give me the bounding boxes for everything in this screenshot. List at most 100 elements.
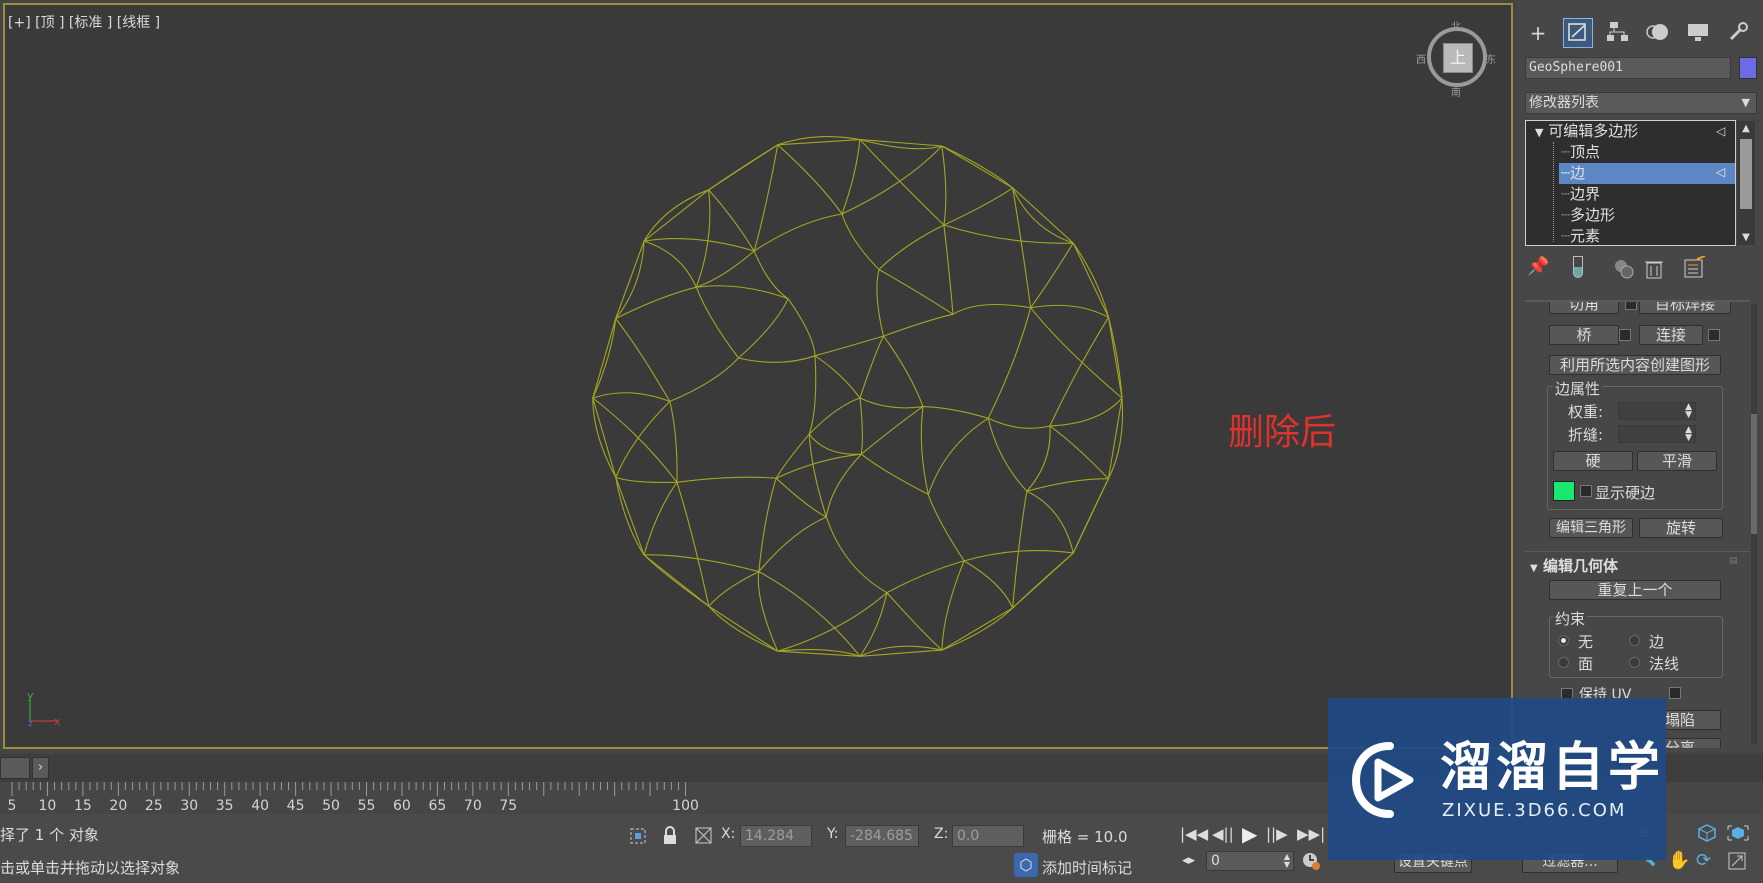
mesh-edge — [825, 453, 862, 518]
modifier-list-label: 修改器列表 — [1529, 95, 1599, 111]
stack-item-vertex[interactable]: ┄顶点 — [1561, 142, 1600, 163]
spinner-arrows-icon[interactable]: ▲ ▼ — [1284, 853, 1290, 869]
crease-spinner[interactable]: ▲ ▼ — [1618, 425, 1696, 443]
mesh-edge — [943, 224, 954, 315]
create-icon[interactable]: + — [1523, 18, 1553, 48]
mesh-edge — [814, 335, 884, 357]
key-mode-icon[interactable]: ◂▸ — [1182, 853, 1195, 868]
lock-selection-icon[interactable] — [661, 825, 679, 851]
rollout-grip-icon[interactable]: ▤ — [1729, 556, 1738, 566]
zoom-extents-selected-icon[interactable] — [1727, 822, 1749, 848]
orbit-icon[interactable]: ⟳ — [1696, 850, 1711, 871]
z-coord-field[interactable]: 0.0 — [952, 825, 1024, 847]
pin-stack-icon[interactable]: 📌 — [1527, 256, 1549, 277]
collapse-triangle-icon: ▼ — [1530, 563, 1538, 574]
edit-triangulation-button[interactable]: 编辑三角形 — [1549, 518, 1633, 538]
chamfer-settings-icon[interactable] — [1625, 302, 1637, 310]
constraint-none-radio[interactable] — [1558, 635, 1569, 646]
mesh-edge — [758, 516, 827, 572]
make-unique-icon[interactable] — [1612, 258, 1636, 284]
remove-modifier-icon[interactable] — [1644, 258, 1664, 284]
timeline-tick-label: 25 — [144, 798, 163, 814]
hard-edge-color-swatch[interactable] — [1553, 481, 1575, 501]
display-icon[interactable] — [1683, 18, 1713, 48]
zoom-extents-all-icon[interactable] — [1696, 822, 1718, 848]
constraint-face-radio[interactable] — [1558, 657, 1569, 668]
target-weld-button[interactable]: 目标焊接 — [1639, 302, 1731, 314]
constraint-edge-radio[interactable] — [1629, 635, 1640, 646]
panel-scrollbar[interactable] — [1751, 304, 1757, 744]
scroll-up-icon[interactable]: ▲ — [1737, 123, 1755, 134]
stack-root-editable-poly[interactable]: ▼ 可编辑多边形 — [1535, 121, 1638, 142]
rollout-divider — [1525, 551, 1750, 552]
stack-item-border[interactable]: ┄边界 — [1561, 184, 1600, 205]
x-coord-field[interactable]: 14.284 — [740, 825, 812, 847]
bridge-button[interactable]: 桥 — [1549, 325, 1619, 345]
hard-button[interactable]: 硬 — [1553, 451, 1633, 471]
play-icon[interactable]: ▶ — [1242, 822, 1257, 846]
x-coord-label: X: — [721, 826, 736, 842]
repeat-last-button[interactable]: 重复上一个 — [1549, 580, 1721, 600]
object-color-swatch[interactable] — [1739, 57, 1757, 79]
axis-tripod-icon: y x z — [27, 690, 61, 729]
pan-view-icon[interactable]: ✋ — [1668, 850, 1690, 871]
viewcube-face[interactable]: 上 — [1443, 43, 1473, 73]
current-frame-spinner[interactable]: 0 ▲ ▼ — [1206, 851, 1294, 871]
annotation-text: 删除后 — [1228, 412, 1337, 453]
stack-item-edge[interactable]: ┄边 — [1561, 163, 1585, 184]
stack-item-element[interactable]: ┄元素 — [1561, 226, 1600, 244]
scrollbar-thumb[interactable] — [1740, 139, 1752, 209]
stack-scrollbar[interactable]: ▲ ▼ — [1737, 121, 1755, 245]
go-to-end-icon[interactable]: ▶▶| — [1297, 825, 1325, 843]
geosphere-wireframe[interactable] — [0, 0, 1515, 752]
add-time-tag-label[interactable]: 添加时间标记 — [1042, 857, 1132, 878]
turn-button[interactable]: 旋转 — [1639, 518, 1723, 538]
utilities-icon[interactable] — [1723, 18, 1753, 48]
stack-root-light-icon[interactable]: ◁ — [1716, 124, 1725, 138]
modify-icon[interactable] — [1563, 18, 1593, 48]
timeline-tick-label: 65 — [428, 798, 447, 814]
time-configuration-icon[interactable] — [1300, 850, 1322, 876]
chamfer-button[interactable]: 切角 — [1549, 302, 1619, 314]
viewcube-south: 南 — [1451, 88, 1461, 99]
watermark-brand: 溜溜自学 — [1440, 738, 1665, 798]
collapse-triangle-icon: ▼ — [1535, 126, 1544, 139]
hierarchy-icon[interactable] — [1603, 18, 1633, 48]
edit-geometry-rollout-title[interactable]: ▼ 编辑几何体 — [1530, 555, 1618, 576]
viewcube[interactable]: 上 北 南 东 西 — [1416, 22, 1497, 99]
preserve-uv-settings-icon[interactable] — [1669, 687, 1681, 699]
modifier-list-dropdown[interactable]: 修改器列表 ▼ — [1525, 92, 1757, 114]
absolute-mode-icon[interactable] — [693, 825, 715, 851]
constraint-normal-radio[interactable] — [1629, 657, 1640, 668]
connect-button[interactable]: 连接 — [1639, 325, 1703, 345]
edge-light-icon[interactable]: ◁ — [1716, 165, 1725, 179]
configure-modifier-sets-icon[interactable] — [1683, 255, 1707, 284]
time-slider-thumb[interactable] — [0, 757, 30, 779]
spinner-arrows-icon[interactable]: ▲ ▼ — [1685, 426, 1692, 443]
time-slider-next-icon[interactable]: › — [32, 757, 49, 779]
timeline-tick-label: 15 — [73, 798, 92, 814]
scroll-down-icon[interactable]: ▼ — [1737, 232, 1755, 243]
previous-frame-icon[interactable]: ◀|| — [1212, 825, 1234, 843]
isolate-selection-icon[interactable] — [627, 825, 649, 851]
spinner-arrows-icon[interactable]: ▲ ▼ — [1685, 403, 1692, 420]
go-to-start-icon[interactable]: |◀◀ — [1180, 825, 1208, 843]
weight-spinner[interactable]: ▲ ▼ — [1618, 402, 1696, 420]
mesh-edge — [615, 318, 671, 402]
mesh-edge — [757, 571, 779, 652]
stack-item-polygon[interactable]: ┄多边形 — [1561, 205, 1615, 226]
y-coord-field[interactable]: -284.685 — [845, 825, 919, 847]
object-name-field[interactable]: GeoSphere001 — [1525, 57, 1731, 79]
smooth-button[interactable]: 平滑 — [1637, 451, 1717, 471]
show-hard-edges-checkbox[interactable] — [1580, 485, 1592, 497]
next-frame-icon[interactable]: ||▶ — [1266, 825, 1288, 843]
add-time-tag-icon[interactable] — [1014, 853, 1038, 877]
connect-settings-icon[interactable] — [1708, 329, 1720, 341]
bridge-settings-icon[interactable] — [1619, 329, 1631, 341]
motion-icon[interactable] — [1643, 18, 1673, 48]
show-end-result-icon[interactable] — [1573, 256, 1583, 278]
mesh-edge — [922, 406, 989, 419]
mesh-edge — [1012, 491, 1028, 609]
maximize-viewport-icon[interactable] — [1728, 852, 1746, 874]
create-shape-button[interactable]: 利用所选内容创建图形 — [1549, 355, 1721, 375]
